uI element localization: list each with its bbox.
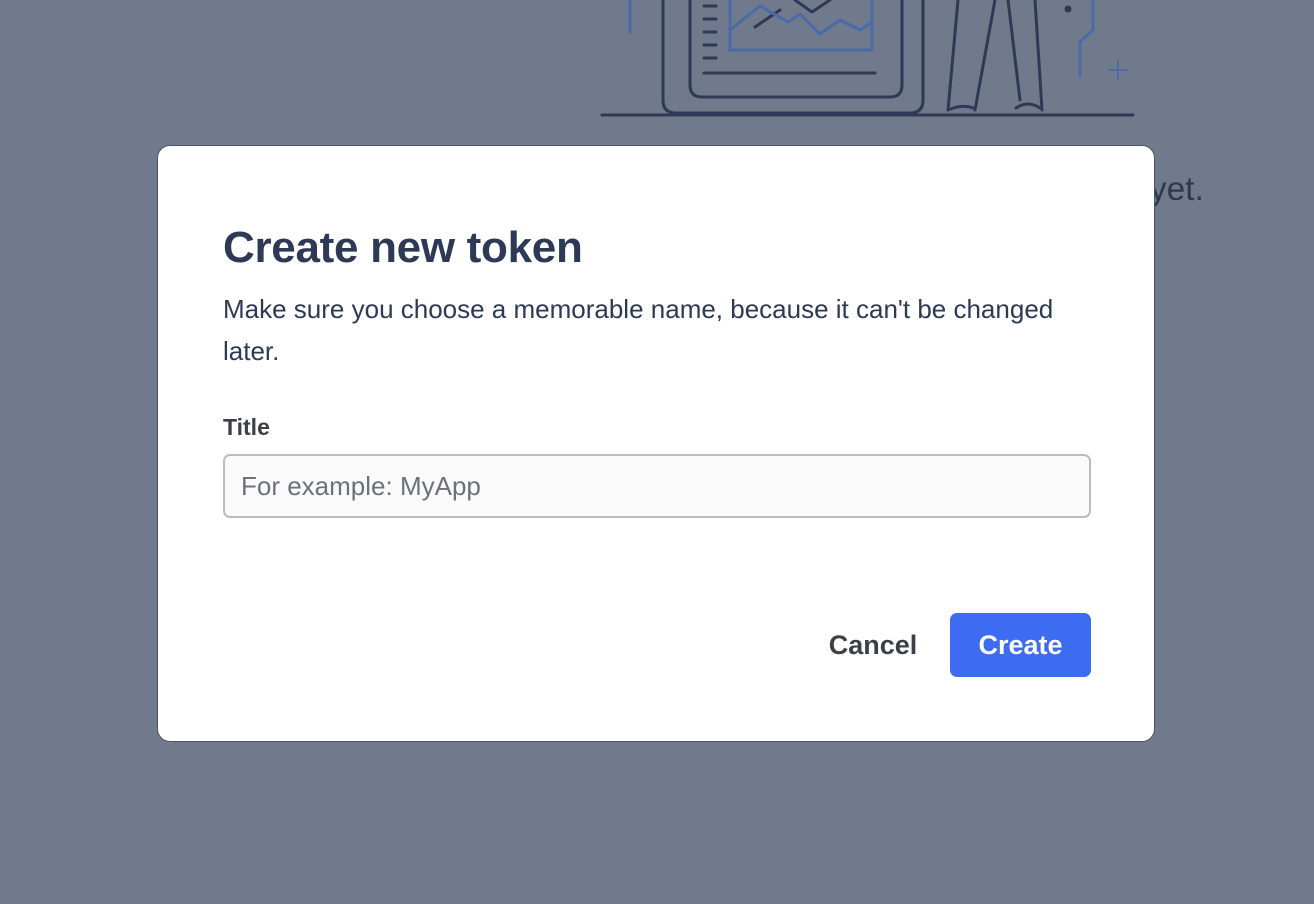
- title-field-label: Title: [223, 414, 270, 440]
- create-token-dialog: Create new token Make sure you choose a …: [157, 145, 1155, 742]
- empty-state-illustration: [600, 0, 1135, 117]
- create-button[interactable]: Create: [950, 613, 1091, 677]
- dialog-title: Create new token: [223, 223, 583, 272]
- cancel-button[interactable]: Cancel: [813, 613, 933, 677]
- dialog-description: Make sure you choose a memorable name, b…: [223, 294, 1054, 366]
- title-input[interactable]: [223, 454, 1091, 518]
- empty-state-text: yet.: [1150, 170, 1204, 207]
